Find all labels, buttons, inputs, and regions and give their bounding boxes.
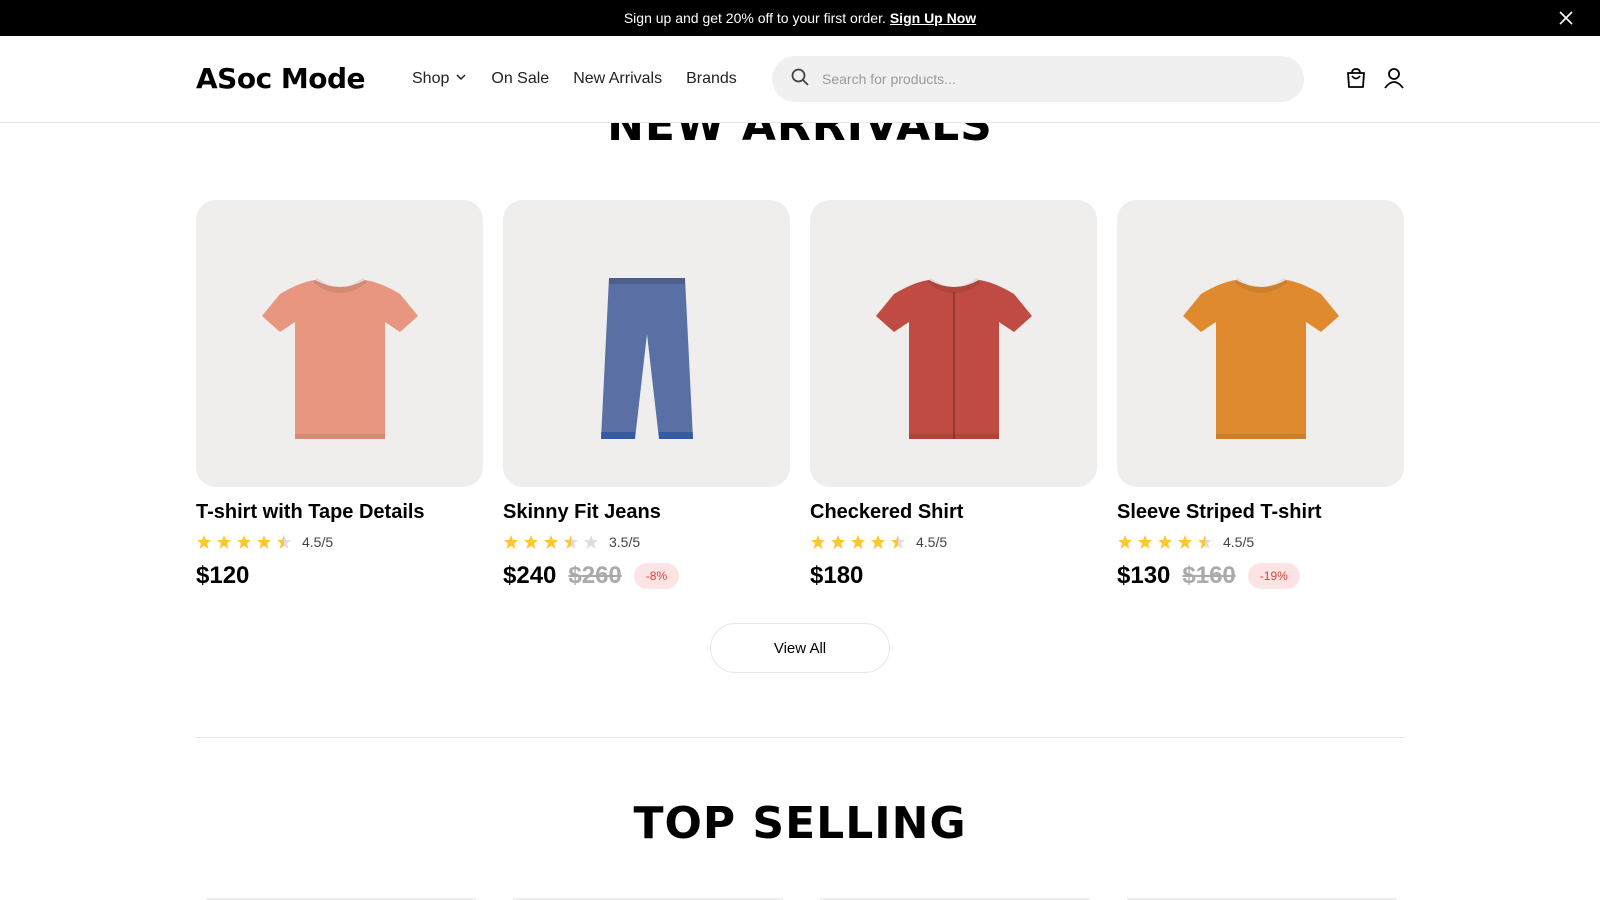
price-row: $180 — [810, 562, 1097, 590]
price-row: $240 $260 -8% — [503, 562, 790, 590]
price: $120 — [196, 562, 250, 589]
product-name: Sleeve Striped T-shirt — [1117, 501, 1322, 523]
product-grid: T-shirt with Tape Details 4.5/5 $120 Ski… — [196, 200, 1404, 590]
product-image — [196, 200, 483, 487]
rating-value: 3.5/5 — [609, 534, 641, 550]
chevron-down-icon — [455, 70, 467, 88]
product-rating: 3.5/5 — [503, 534, 790, 550]
product-name: T-shirt with Tape Details — [196, 501, 425, 523]
price: $130 — [1117, 562, 1171, 589]
section-divider — [196, 737, 1404, 738]
star-icon — [891, 535, 905, 549]
product-image — [810, 200, 1097, 487]
star-icon — [257, 535, 271, 549]
close-icon[interactable] — [1558, 10, 1574, 26]
star-icon — [237, 535, 251, 549]
product-card[interactable]: T-shirt with Tape Details 4.5/5 $120 — [196, 200, 483, 590]
promo-bar: Sign up and get 20% off to your first or… — [0, 0, 1600, 36]
product-rating: 4.5/5 — [810, 534, 1097, 550]
tshirt-illustration — [261, 277, 418, 439]
star-icon — [831, 535, 845, 549]
menu-on-sale[interactable]: On Sale — [491, 70, 549, 88]
star-icon — [544, 535, 558, 549]
product-image — [503, 200, 790, 487]
promo-text: Sign up and get 20% off to your first or… — [623, 10, 886, 26]
tshirt-illustration — [1182, 277, 1339, 439]
star-icon — [564, 535, 578, 549]
view-all-button[interactable]: View All — [710, 623, 890, 673]
price: $180 — [810, 562, 864, 589]
rating-value: 4.5/5 — [916, 534, 948, 550]
star-icon — [1178, 535, 1192, 549]
product-card[interactable]: Skinny Fit Jeans 3.5/5 $240 $260 -8% — [503, 200, 790, 590]
menu-new-arrivals[interactable]: New Arrivals — [573, 70, 662, 88]
price: $240 — [503, 562, 557, 589]
sign-up-link[interactable]: Sign Up Now — [890, 10, 976, 26]
star-icon — [1158, 535, 1172, 549]
product-name: Checkered Shirt — [810, 501, 964, 523]
discount-badge: -8% — [633, 563, 680, 589]
star-icon — [811, 535, 825, 549]
star-icon — [277, 535, 291, 549]
jeans-illustration — [600, 277, 693, 439]
product-card[interactable]: Checkered Shirt 4.5/5 $180 — [810, 200, 1097, 590]
rating-value: 4.5/5 — [1223, 534, 1255, 550]
search-icon — [790, 67, 810, 92]
search-bar[interactable] — [772, 56, 1304, 102]
star-icon — [871, 535, 885, 549]
navbar: ASoc Mode Shop On Sale New Arrivals Bran… — [0, 36, 1600, 123]
product-name: Skinny Fit Jeans — [503, 501, 661, 523]
rating-stars — [810, 534, 906, 550]
user-icon[interactable] — [1382, 66, 1406, 90]
star-icon — [584, 535, 598, 549]
price-row: $130 $160 -19% — [1117, 562, 1404, 590]
star-icon — [524, 535, 538, 549]
main-menu: Shop On Sale New Arrivals Brands — [412, 70, 737, 88]
star-icon — [1198, 535, 1212, 549]
product-image — [1117, 200, 1404, 487]
nav-icons — [1344, 66, 1406, 90]
product-rating: 4.5/5 — [196, 534, 483, 550]
rating-stars — [503, 534, 599, 550]
search-input[interactable] — [822, 71, 1282, 87]
star-icon — [504, 535, 518, 549]
product-rating: 4.5/5 — [1117, 534, 1404, 550]
price-row: $120 — [196, 562, 483, 590]
shirt-illustration — [875, 277, 1032, 439]
menu-brands[interactable]: Brands — [686, 70, 737, 88]
original-price: $260 — [568, 562, 622, 589]
rating-stars — [196, 534, 292, 550]
rating-stars — [1117, 534, 1213, 550]
star-icon — [217, 535, 231, 549]
logo[interactable]: ASoc Mode — [196, 62, 366, 95]
product-card[interactable]: Sleeve Striped T-shirt 4.5/5 $130 $160 -… — [1117, 200, 1404, 590]
discount-badge: -19% — [1247, 563, 1300, 589]
star-icon — [1118, 535, 1132, 549]
star-icon — [851, 535, 865, 549]
section-title-top-selling: TOP SELLING — [633, 798, 967, 849]
rating-value: 4.5/5 — [302, 534, 334, 550]
original-price: $160 — [1182, 562, 1236, 589]
cart-icon[interactable] — [1344, 66, 1368, 90]
menu-shop-label: Shop — [412, 70, 450, 87]
star-icon — [197, 535, 211, 549]
star-icon — [1138, 535, 1152, 549]
menu-shop[interactable]: Shop — [412, 70, 467, 88]
